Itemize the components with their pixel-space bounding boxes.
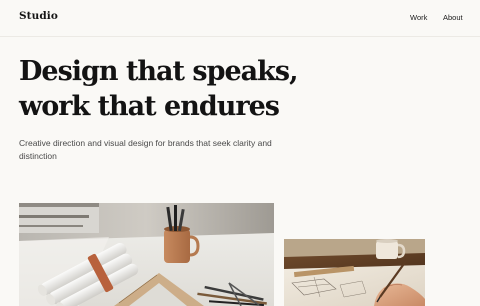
hero-headline-line: Design that speaks,: [19, 56, 299, 87]
hero-subtitle: Creative direction and visual design for…: [19, 137, 319, 163]
hero-headline: Design that speaks, work that endures: [19, 54, 459, 124]
hero-headline-line: work that endures: [19, 91, 280, 122]
brand-logo[interactable]: Studio: [19, 10, 58, 22]
gallery-image-sketching[interactable]: [284, 239, 425, 306]
nav-link-about[interactable]: About: [443, 13, 463, 22]
desk-workspace-photo-icon: [19, 203, 274, 306]
hero-subtitle-line: Creative direction and visual design for…: [19, 138, 272, 148]
site-header: Studio Work About: [0, 0, 480, 37]
nav-link-work[interactable]: Work: [410, 13, 427, 22]
hero-subtitle-line: distinction: [19, 151, 57, 161]
gallery-image-desk[interactable]: [19, 203, 274, 306]
portfolio-page: Studio Work About Design that speaks, wo…: [0, 0, 480, 306]
sketching-hand-photo-icon: [284, 239, 425, 306]
